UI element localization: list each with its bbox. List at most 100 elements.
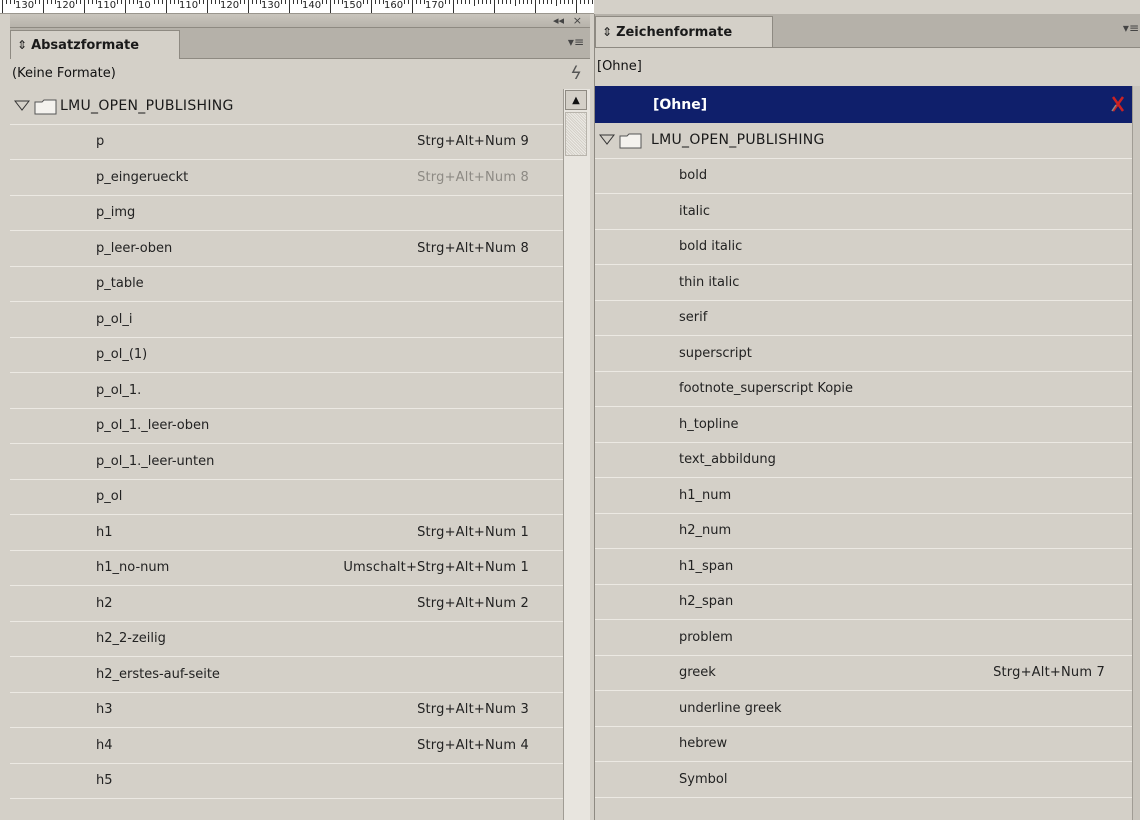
style-group-row[interactable]: LMU_OPEN_PUBLISHING: [595, 123, 1133, 159]
ruler-tick: [211, 0, 213, 4]
scroll-thumb[interactable]: [565, 112, 587, 156]
ruler-tick: [47, 0, 49, 4]
ruler-tick: [43, 0, 44, 13]
style-row[interactable]: h2_num: [595, 514, 1133, 549]
style-row[interactable]: h2_2-zeilig: [10, 622, 564, 657]
style-row[interactable]: h1_span: [595, 549, 1133, 585]
ruler-tick: [547, 0, 549, 4]
style-row[interactable]: p_ol_1._leer-unten: [10, 444, 564, 480]
ruler-tick: [461, 0, 463, 4]
expand-triangle-icon[interactable]: [14, 100, 30, 112]
vertical-scrollbar[interactable]: ▲: [563, 89, 590, 820]
style-row[interactable]: p_img: [10, 196, 564, 231]
style-row[interactable]: h1 Strg+Alt+Num 1: [10, 515, 564, 551]
style-name: p_ol_1._leer-unten: [96, 453, 215, 469]
style-status-bar: [Ohne]: [595, 48, 1140, 85]
style-row[interactable]: h1_num: [595, 478, 1133, 514]
style-row[interactable]: h3 Strg+Alt+Num 3: [10, 693, 564, 728]
collapse-panel-icon[interactable]: ◂◂: [553, 14, 564, 27]
selected-style-row[interactable]: [Ohne]: [595, 86, 1133, 123]
vertical-scrollbar[interactable]: [1132, 86, 1140, 820]
style-name: h5: [96, 773, 113, 789]
panel-menu-icon[interactable]: ▾≡: [568, 35, 584, 49]
ruler-tick: [453, 0, 454, 13]
close-panel-button[interactable]: ×: [573, 14, 582, 27]
tab-label: Absatzformate: [31, 37, 140, 53]
style-row[interactable]: text_abbildung: [595, 443, 1133, 478]
style-row[interactable]: p_ol_i: [10, 302, 564, 338]
style-row[interactable]: p_eingerueckt Strg+Alt+Num 8: [10, 160, 564, 196]
style-name: h1_span: [679, 558, 734, 574]
style-group-row[interactable]: LMU_OPEN_PUBLISHING: [10, 89, 564, 125]
style-row[interactable]: h5: [10, 764, 564, 799]
style-row[interactable]: p_leer-oben Strg+Alt+Num 8: [10, 231, 564, 267]
style-row[interactable]: h1_no-num Umschalt+Strg+Alt+Num 1: [10, 551, 564, 586]
style-row[interactable]: underline greek: [595, 691, 1133, 727]
ruler-tick: [325, 0, 327, 4]
style-row[interactable]: p_ol_1._leer-oben: [10, 409, 564, 444]
panel-title-strip[interactable]: ◂◂ ×: [10, 14, 590, 28]
ruler-tick: [584, 0, 586, 4]
style-row[interactable]: italic: [595, 194, 1133, 230]
style-row[interactable]: bold: [595, 159, 1133, 194]
ruler-tick: [551, 0, 553, 4]
style-shortcut: Strg+Alt+Num 8: [417, 169, 529, 185]
style-row[interactable]: greek Strg+Alt+Num 7: [595, 656, 1133, 691]
ruler-tick: [6, 0, 8, 4]
panel-tab-bar: ⇕ Absatzformate ▾≡: [10, 28, 590, 59]
style-row[interactable]: superscript: [595, 336, 1133, 372]
style-row[interactable]: h2_span: [595, 585, 1133, 620]
ruler-tick: [580, 0, 582, 4]
ruler-tick: [510, 0, 512, 4]
panel-menu-icon[interactable]: ▾≡: [1123, 21, 1139, 35]
style-row[interactable]: p Strg+Alt+Num 9: [10, 125, 564, 160]
style-row[interactable]: h2_erstes-auf-seite: [10, 657, 564, 693]
ruler-tick: [444, 0, 446, 4]
style-row[interactable]: p_ol_1.: [10, 373, 564, 409]
style-name: bold italic: [679, 239, 743, 255]
style-row[interactable]: serif: [595, 301, 1133, 336]
style-list-area: LMU_OPEN_PUBLISHING p Strg+Alt+Num 9 p_ein…: [10, 89, 590, 820]
ruler-tick: [338, 0, 340, 4]
style-row[interactable]: problem: [595, 620, 1133, 656]
style-name: h1: [96, 524, 113, 540]
scroll-up-arrow[interactable]: ▲: [565, 90, 587, 110]
ruler-label: 10: [138, 0, 151, 12]
tab-absatzformate[interactable]: ⇕ Absatzformate: [10, 30, 180, 59]
updown-arrows-icon[interactable]: ⇕: [17, 38, 27, 52]
expand-triangle-icon[interactable]: [599, 134, 615, 146]
style-row[interactable]: footnote_superscript Kopie: [595, 372, 1133, 407]
ruler-tick: [289, 0, 290, 13]
style-row[interactable]: p_ol: [10, 480, 564, 515]
ruler-tick: [51, 0, 53, 4]
style-row[interactable]: h4 Strg+Alt+Num 4: [10, 728, 564, 764]
style-row[interactable]: h_topline: [595, 407, 1133, 443]
ruler-tick: [120, 0, 122, 4]
style-name: italic: [679, 203, 711, 219]
style-row[interactable]: hebrew: [595, 727, 1133, 762]
tab-zeichenformate[interactable]: ⇕ Zeichenformate: [595, 16, 773, 47]
style-name: p_table: [96, 276, 144, 292]
style-row[interactable]: p_ol_(1): [10, 338, 564, 373]
style-row[interactable]: Symbol: [595, 762, 1133, 798]
style-row[interactable]: bold italic: [595, 230, 1133, 265]
ruler-label: 140: [302, 0, 322, 12]
ruler-tick: [125, 0, 126, 13]
updown-arrows-icon[interactable]: ⇕: [602, 25, 612, 39]
style-name: problem: [679, 629, 733, 645]
style-name: p_eingerueckt: [96, 169, 189, 185]
lightning-icon[interactable]: ϟ: [570, 59, 582, 89]
style-row[interactable]: thin italic: [595, 265, 1133, 301]
ruler-tick: [485, 0, 487, 4]
ruler-label: 120: [56, 0, 76, 12]
ruler-tick: [379, 0, 381, 4]
ruler-tick: [576, 0, 577, 13]
ruler-tick: [170, 0, 172, 4]
style-row[interactable]: h2 Strg+Alt+Num 2: [10, 586, 564, 622]
ruler-tick: [166, 0, 167, 13]
ruler-tick: [375, 0, 377, 4]
ruler-tick: [280, 0, 282, 4]
ruler-tick: [526, 0, 528, 4]
style-row[interactable]: p_table: [10, 267, 564, 302]
ruler-tick: [2, 0, 3, 13]
